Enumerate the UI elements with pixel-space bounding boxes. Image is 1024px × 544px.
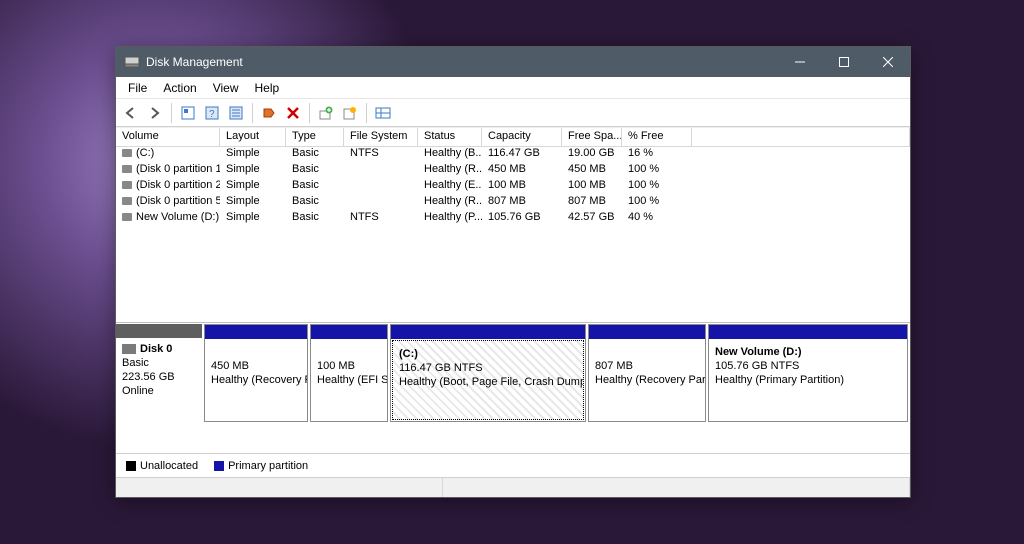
- partition-block[interactable]: 450 MBHealthy (Recovery P: [204, 324, 308, 422]
- partition-block[interactable]: 807 MBHealthy (Recovery Part: [588, 324, 706, 422]
- menubar: File Action View Help: [116, 77, 910, 99]
- menu-file[interactable]: File: [120, 79, 155, 97]
- menu-help[interactable]: Help: [247, 79, 288, 97]
- forward-button[interactable]: [144, 102, 166, 124]
- statusbar: [116, 477, 910, 497]
- disk-size: 223.56 GB: [122, 370, 196, 384]
- titlebar[interactable]: Disk Management: [116, 47, 910, 77]
- action-icon[interactable]: [258, 102, 280, 124]
- col-status[interactable]: Status: [418, 127, 482, 147]
- legend: Unallocated Primary partition: [116, 453, 910, 477]
- help-icon[interactable]: ?: [201, 102, 223, 124]
- disk-label: Disk 0: [140, 343, 172, 355]
- graphical-view[interactable]: Disk 0 Basic 223.56 GB Online 450 MBHeal…: [116, 323, 910, 453]
- volume-list-header: Volume Layout Type File System Status Ca…: [116, 127, 910, 147]
- minimize-button[interactable]: [778, 47, 822, 77]
- create-partition-icon[interactable]: [315, 102, 337, 124]
- properties-icon[interactable]: [339, 102, 361, 124]
- disk-info-column[interactable]: Disk 0 Basic 223.56 GB Online: [116, 324, 202, 453]
- legend-unallocated: Unallocated: [140, 460, 198, 472]
- delete-icon[interactable]: [282, 102, 304, 124]
- layout-icon[interactable]: [372, 102, 394, 124]
- volume-row[interactable]: New Volume (D:)SimpleBasicNTFSHealthy (P…: [116, 211, 910, 227]
- menu-view[interactable]: View: [205, 79, 247, 97]
- col-pctfree[interactable]: % Free: [622, 127, 692, 147]
- col-layout[interactable]: Layout: [220, 127, 286, 147]
- maximize-button[interactable]: [822, 47, 866, 77]
- disk-type: Basic: [122, 356, 196, 370]
- settings-list-icon[interactable]: [225, 102, 247, 124]
- volume-row[interactable]: (C:)SimpleBasicNTFSHealthy (B...116.47 G…: [116, 147, 910, 163]
- legend-primary: Primary partition: [228, 460, 308, 472]
- col-volume[interactable]: Volume: [116, 127, 220, 147]
- disk-state: Online: [122, 384, 196, 398]
- disk-management-window: Disk Management File Action View Help ? …: [115, 46, 911, 498]
- menu-action[interactable]: Action: [155, 79, 204, 97]
- svg-text:?: ?: [209, 109, 215, 120]
- col-type[interactable]: Type: [286, 127, 344, 147]
- volume-row[interactable]: (Disk 0 partition 1)SimpleBasicHealthy (…: [116, 163, 910, 179]
- window-buttons: [778, 47, 910, 77]
- disk-icon: [122, 344, 136, 354]
- col-filesystem[interactable]: File System: [344, 127, 418, 147]
- volume-row[interactable]: (Disk 0 partition 5)SimpleBasicHealthy (…: [116, 195, 910, 211]
- toolbar: ?: [116, 99, 910, 127]
- partition-block[interactable]: (C:)116.47 GB NTFSHealthy (Boot, Page Fi…: [390, 324, 586, 422]
- volume-row[interactable]: (Disk 0 partition 2)SimpleBasicHealthy (…: [116, 179, 910, 195]
- window-title: Disk Management: [146, 55, 778, 69]
- disk-management-icon: [124, 54, 140, 70]
- col-freespace[interactable]: Free Spa...: [562, 127, 622, 147]
- legend-primary-swatch: [214, 461, 224, 471]
- col-capacity[interactable]: Capacity: [482, 127, 562, 147]
- legend-unallocated-swatch: [126, 461, 136, 471]
- col-spacer: [692, 127, 910, 147]
- close-button[interactable]: [866, 47, 910, 77]
- refresh-icon[interactable]: [177, 102, 199, 124]
- volume-list-pane[interactable]: Volume Layout Type File System Status Ca…: [116, 127, 910, 323]
- partition-block[interactable]: New Volume (D:)105.76 GB NTFSHealthy (Pr…: [708, 324, 908, 422]
- back-button[interactable]: [120, 102, 142, 124]
- partition-block[interactable]: 100 MBHealthy (EFI Sy: [310, 324, 388, 422]
